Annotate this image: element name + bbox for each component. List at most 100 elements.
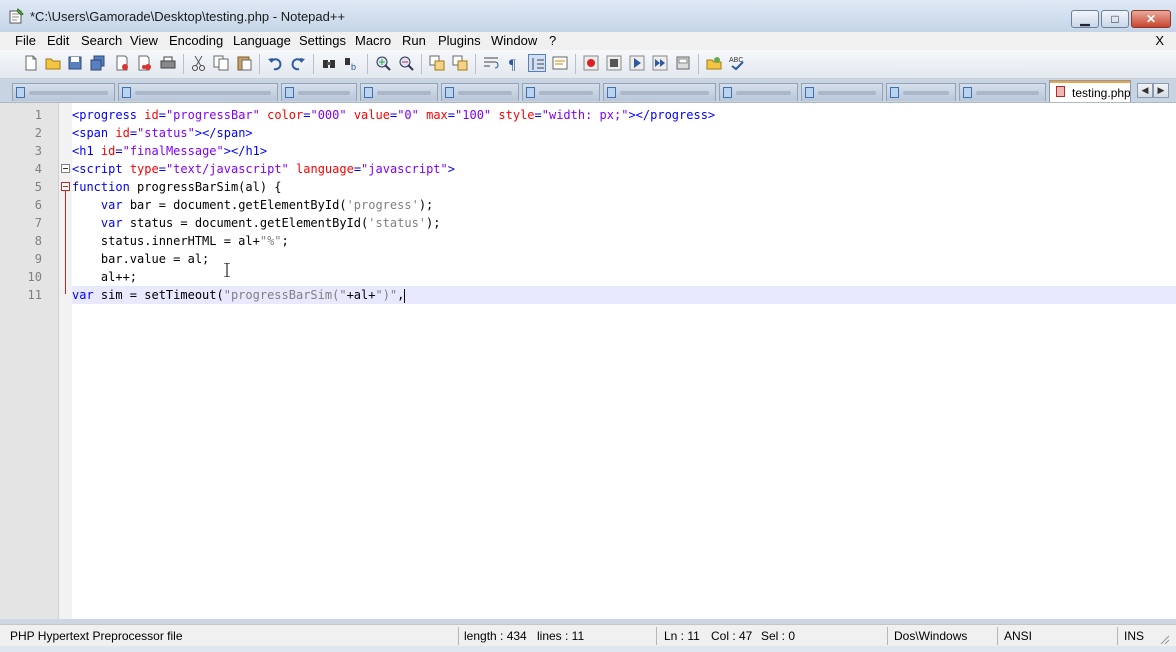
status-selection: Sel : 0	[761, 629, 796, 643]
mouse-ibeam-cursor	[224, 263, 230, 277]
print-icon[interactable]	[159, 54, 177, 72]
line-number: 2	[34, 126, 42, 140]
playback-macro-icon[interactable]	[628, 54, 646, 72]
indent-guide-icon[interactable]	[528, 54, 546, 72]
menu-macro[interactable]: Macro	[355, 33, 391, 48]
tab-scroll-right-button[interactable]: ▶	[1153, 83, 1169, 98]
document-tab[interactable]	[522, 83, 600, 101]
minimize-button[interactable]: ▁	[1071, 10, 1099, 28]
code-line-6: var bar = document.getElementById('progr…	[100, 198, 434, 212]
launch-browser-icon[interactable]	[705, 54, 723, 72]
status-bar: PHP Hypertext Preprocessor file length :…	[0, 624, 1176, 647]
save-icon[interactable]	[66, 54, 84, 72]
line-number: 3	[34, 144, 42, 158]
status-eol-format[interactable]: Dos\Windows	[894, 629, 967, 643]
file-icon	[445, 87, 454, 98]
menu-bar: File Edit Search View Encoding Language …	[0, 32, 1176, 50]
close-file-icon[interactable]	[113, 54, 131, 72]
notepadpp-app-icon[interactable]	[9, 8, 24, 24]
document-tab[interactable]	[360, 83, 438, 101]
code-line-4: <script type="text/javascript" language=…	[72, 162, 455, 176]
code-line-7: var status = document.getElementById('st…	[100, 216, 441, 230]
fold-toggle[interactable]	[61, 182, 70, 191]
file-icon	[16, 87, 25, 98]
zoom-out-icon[interactable]	[397, 54, 415, 72]
menu-search[interactable]: Search	[81, 33, 122, 48]
menu-file[interactable]: File	[15, 33, 36, 48]
menu-run[interactable]: Run	[402, 33, 426, 48]
redo-icon[interactable]	[289, 54, 307, 72]
code-line-2: <span id="status"></span>	[72, 126, 253, 140]
menu-window[interactable]: Window	[491, 33, 537, 48]
menu-settings[interactable]: Settings	[299, 33, 346, 48]
file-icon	[526, 87, 535, 98]
file-icon	[723, 87, 732, 98]
menu-help[interactable]: ?	[549, 33, 556, 48]
zoom-in-icon[interactable]	[374, 54, 392, 72]
file-icon	[890, 87, 899, 98]
user-defined-language-icon[interactable]	[551, 54, 569, 72]
document-tab[interactable]	[801, 83, 883, 101]
active-tab-label: testing.php	[1072, 86, 1131, 100]
close-document-button[interactable]: X	[1155, 33, 1164, 48]
resize-grip-icon[interactable]	[1158, 633, 1170, 645]
status-file-type: PHP Hypertext Preprocessor file	[10, 629, 183, 643]
save-all-icon[interactable]	[89, 54, 107, 72]
file-icon	[963, 87, 972, 98]
line-number: 1	[34, 108, 42, 122]
file-icon	[364, 87, 373, 98]
document-tab[interactable]	[719, 83, 798, 101]
find-icon[interactable]	[320, 54, 338, 72]
line-number: 10	[27, 270, 42, 284]
close-icon: ✕	[1145, 12, 1157, 26]
fold-toggle[interactable]	[61, 164, 70, 173]
close-window-button[interactable]: ✕	[1131, 10, 1171, 28]
show-all-chars-icon[interactable]: ¶	[505, 54, 523, 72]
undo-icon[interactable]	[266, 54, 284, 72]
stop-record-icon[interactable]	[605, 54, 623, 72]
close-all-icon[interactable]	[136, 54, 154, 72]
copy-icon[interactable]	[212, 54, 230, 72]
line-number: 6	[34, 198, 42, 212]
document-tab[interactable]	[441, 83, 519, 101]
status-length: length : 434	[464, 629, 527, 643]
maximize-button[interactable]: □	[1101, 10, 1129, 28]
document-tab[interactable]	[12, 83, 115, 101]
status-lines: lines : 11	[537, 629, 585, 643]
run-macro-multiple-icon[interactable]	[651, 54, 669, 72]
status-encoding[interactable]: ANSI	[1004, 629, 1032, 643]
document-tab[interactable]	[886, 83, 956, 101]
file-icon	[607, 87, 616, 98]
tab-testing-php[interactable]: testing.php	[1049, 80, 1131, 102]
record-macro-icon[interactable]	[582, 54, 600, 72]
menu-encoding[interactable]: Encoding	[169, 33, 223, 48]
code-line-9: bar.value = al;	[72, 252, 210, 266]
tab-scroll-left-button[interactable]: ◀	[1137, 83, 1153, 98]
replace-icon[interactable]: b	[343, 54, 361, 72]
status-insert-mode[interactable]: INS	[1124, 629, 1144, 643]
code-editor[interactable]: 1 2 3 4 5 6 7 8 9 10 11 <progress id="pr…	[0, 102, 1176, 619]
menu-edit[interactable]: Edit	[47, 33, 69, 48]
open-file-icon[interactable]	[44, 54, 62, 72]
file-icon	[285, 87, 294, 98]
save-macro-icon[interactable]	[674, 54, 692, 72]
document-tab[interactable]	[118, 83, 278, 101]
document-tab[interactable]	[603, 83, 716, 101]
status-line-number: Ln : 11	[664, 629, 700, 643]
svg-text:b: b	[351, 62, 356, 72]
code-area[interactable]: <progress id="progressBar" color="000" v…	[72, 103, 1176, 619]
sync-vertical-icon[interactable]	[428, 54, 446, 72]
menu-plugins[interactable]: Plugins	[438, 33, 481, 48]
paste-icon[interactable]	[235, 54, 253, 72]
cut-icon[interactable]	[190, 54, 208, 72]
menu-language[interactable]: Language	[233, 33, 291, 48]
file-icon	[805, 87, 814, 98]
word-wrap-icon[interactable]	[482, 54, 500, 72]
spell-check-icon[interactable]: ABC	[728, 54, 746, 72]
menu-view[interactable]: View	[130, 33, 158, 48]
document-tab[interactable]	[959, 83, 1046, 101]
document-tab[interactable]	[281, 83, 357, 101]
sync-horizontal-icon[interactable]	[451, 54, 469, 72]
new-file-icon[interactable]	[22, 54, 40, 72]
document-tab-bar: testing.php ◀ ▶	[0, 80, 1176, 103]
